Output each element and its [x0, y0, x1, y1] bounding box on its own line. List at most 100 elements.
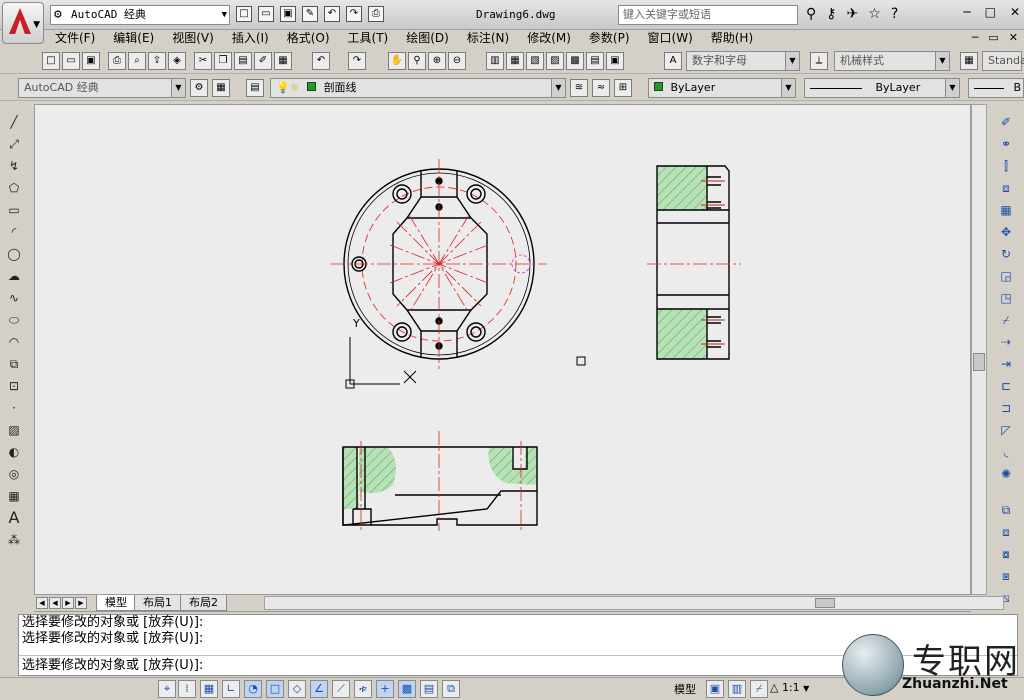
gradient-icon[interactable]: ◐ — [4, 442, 24, 462]
annotation-scale[interactable]: △ 1:1 ▼ — [770, 681, 809, 694]
dynamic-input-icon[interactable]: ቱ — [354, 680, 372, 698]
menu-dimension[interactable]: 标注(N) — [458, 30, 518, 48]
move-icon[interactable]: ✥ — [996, 222, 1016, 242]
vertical-scrollbar[interactable] — [971, 104, 987, 595]
hatch-icon[interactable]: ▨ — [4, 420, 24, 440]
selection-cycling-icon[interactable]: ⧉ — [442, 680, 460, 698]
make-current-layer-icon[interactable]: ≋ — [570, 79, 588, 97]
dynamic-ucs-icon[interactable]: ⟋ — [332, 680, 350, 698]
first-tab-icon[interactable]: ◀ — [36, 597, 48, 609]
transparency-icon[interactable]: ▩ — [398, 680, 416, 698]
match-properties-icon[interactable]: ✐ — [254, 52, 272, 70]
copy-object-icon[interactable]: ⚭ — [996, 134, 1016, 154]
undo-icon[interactable]: ↶ — [324, 6, 340, 22]
erase-icon[interactable]: ✐ — [996, 112, 1016, 132]
cut-icon[interactable]: ✂ — [194, 52, 212, 70]
undo-icon[interactable]: ↶ — [312, 52, 330, 70]
print-icon[interactable]: ⎙ — [108, 52, 126, 70]
workspace-select[interactable]: ⚙ AutoCAD 经典 ▼ — [50, 5, 230, 25]
table-icon[interactable]: ▦ — [4, 486, 24, 506]
copy-icon[interactable]: ❐ — [214, 52, 232, 70]
bring-front-icon[interactable]: ⧈ — [996, 522, 1016, 542]
vertical-scroll-thumb[interactable] — [973, 353, 985, 371]
save-icon[interactable]: ▣ — [280, 6, 296, 22]
break-at-point-icon[interactable]: ⇥ — [996, 354, 1016, 374]
explode-icon[interactable]: ✺ — [996, 464, 1016, 484]
menu-format[interactable]: 格式(O) — [278, 30, 339, 48]
draw-order-icon[interactable]: ⧉ — [996, 500, 1016, 520]
menu-insert[interactable]: 插入(I) — [223, 30, 278, 48]
text-style-select[interactable]: 数字和字母 ▼ — [686, 51, 800, 71]
snap-mode-icon[interactable]: ⁞ — [178, 680, 196, 698]
layer-state-icon[interactable]: ⊞ — [614, 79, 632, 97]
model-space-label[interactable]: 模型 — [674, 681, 696, 697]
horizontal-scrollbar[interactable] — [264, 596, 1004, 610]
add-selected-icon[interactable]: ⁂ — [4, 530, 24, 550]
properties-icon[interactable]: ▥ — [486, 52, 504, 70]
new-file-icon[interactable]: □ — [236, 6, 252, 22]
region-icon[interactable]: ◎ — [4, 464, 24, 484]
make-block-icon[interactable]: ⊡ — [4, 376, 24, 396]
color-select[interactable]: ByLayer ▼ — [648, 78, 796, 98]
join-icon[interactable]: ⊐ — [996, 398, 1016, 418]
fillet-icon[interactable]: ◟ — [996, 442, 1016, 462]
markup-icon[interactable]: ▩ — [566, 52, 584, 70]
open-icon[interactable]: ▭ — [62, 52, 80, 70]
command-input[interactable]: 选择要修改的对象或 [放弃(U)]: — [22, 658, 203, 674]
minimize-icon[interactable]: ─ — [963, 5, 970, 19]
polyline-icon[interactable]: ↯ — [4, 156, 24, 176]
close-icon[interactable]: ✕ — [1009, 31, 1018, 44]
layer-previous-icon[interactable]: ≈ — [592, 79, 610, 97]
publish-icon[interactable]: ⇪ — [148, 52, 166, 70]
satellite-icon[interactable]: ✈ — [847, 6, 859, 22]
quickcalc-icon[interactable]: ▤ — [586, 52, 604, 70]
horizontal-scroll-thumb[interactable] — [815, 598, 835, 608]
menu-view[interactable]: 视图(V) — [163, 30, 223, 48]
lineweight-select[interactable]: B — [968, 78, 1024, 98]
save-icon[interactable]: ▣ — [82, 52, 100, 70]
block-editor-icon[interactable]: ▦ — [274, 52, 292, 70]
ortho-icon[interactable]: ∟ — [222, 680, 240, 698]
new-icon[interactable]: □ — [42, 52, 60, 70]
layer-manager-icon[interactable]: ▤ — [246, 79, 264, 97]
sheet-set-icon[interactable]: ▨ — [546, 52, 564, 70]
workspace-toolbar-select[interactable]: AutoCAD 经典 ▼ — [18, 78, 186, 98]
quick-properties-icon[interactable]: ▤ — [420, 680, 438, 698]
table-style-icon[interactable]: ▦ — [960, 52, 978, 70]
maximize-icon[interactable]: □ — [985, 5, 996, 19]
menu-help[interactable]: 帮助(H) — [702, 30, 762, 48]
quick-view-layouts-icon[interactable]: ▣ — [706, 680, 724, 698]
mirror-icon[interactable]: ⫿ — [996, 156, 1016, 176]
text-style-icon[interactable]: A — [664, 52, 682, 70]
line-icon[interactable]: ╱ — [4, 112, 24, 132]
print-icon[interactable]: ⎙ — [368, 6, 384, 22]
menu-parametric[interactable]: 参数(P) — [580, 30, 639, 48]
design-center-icon[interactable]: ▦ — [506, 52, 524, 70]
point-icon[interactable]: · — [4, 398, 24, 418]
tab-layout1[interactable]: 布局1 — [134, 595, 181, 611]
layer-select[interactable]: 💡☼ 剖面线 ▼ — [270, 78, 566, 98]
construction-line-icon[interactable]: ⤢ — [4, 134, 24, 154]
3d-osnap-icon[interactable]: ◇ — [288, 680, 306, 698]
menu-modify[interactable]: 修改(M) — [518, 30, 580, 48]
object-snap-tracking-icon[interactable]: ∠ — [310, 680, 328, 698]
binoculars-icon[interactable]: ⚲ — [806, 6, 816, 22]
revision-cloud-icon[interactable]: ☁ — [4, 266, 24, 286]
lineweight-toggle-icon[interactable]: + — [376, 680, 394, 698]
arc-icon[interactable]: ◜ — [4, 222, 24, 242]
trim-icon[interactable]: ⌿ — [996, 310, 1016, 330]
break-icon[interactable]: ⊏ — [996, 376, 1016, 396]
extend-icon[interactable]: ⇢ — [996, 332, 1016, 352]
application-menu-button[interactable]: ▼ — [2, 2, 44, 44]
polar-tracking-icon[interactable]: ◔ — [244, 680, 262, 698]
paste-icon[interactable]: ▤ — [234, 52, 252, 70]
minimize-icon[interactable]: ─ — [972, 31, 979, 44]
redo-icon[interactable]: ↷ — [346, 6, 362, 22]
ellipse-arc-icon[interactable]: ◠ — [4, 332, 24, 352]
array-icon[interactable]: ▦ — [996, 200, 1016, 220]
ellipse-icon[interactable]: ⬭ — [4, 310, 24, 330]
open-file-icon[interactable]: ▭ — [258, 6, 274, 22]
offset-icon[interactable]: ⧈ — [996, 178, 1016, 198]
menu-file[interactable]: 文件(F) — [46, 30, 104, 48]
calculator-icon[interactable]: ▣ — [606, 52, 624, 70]
